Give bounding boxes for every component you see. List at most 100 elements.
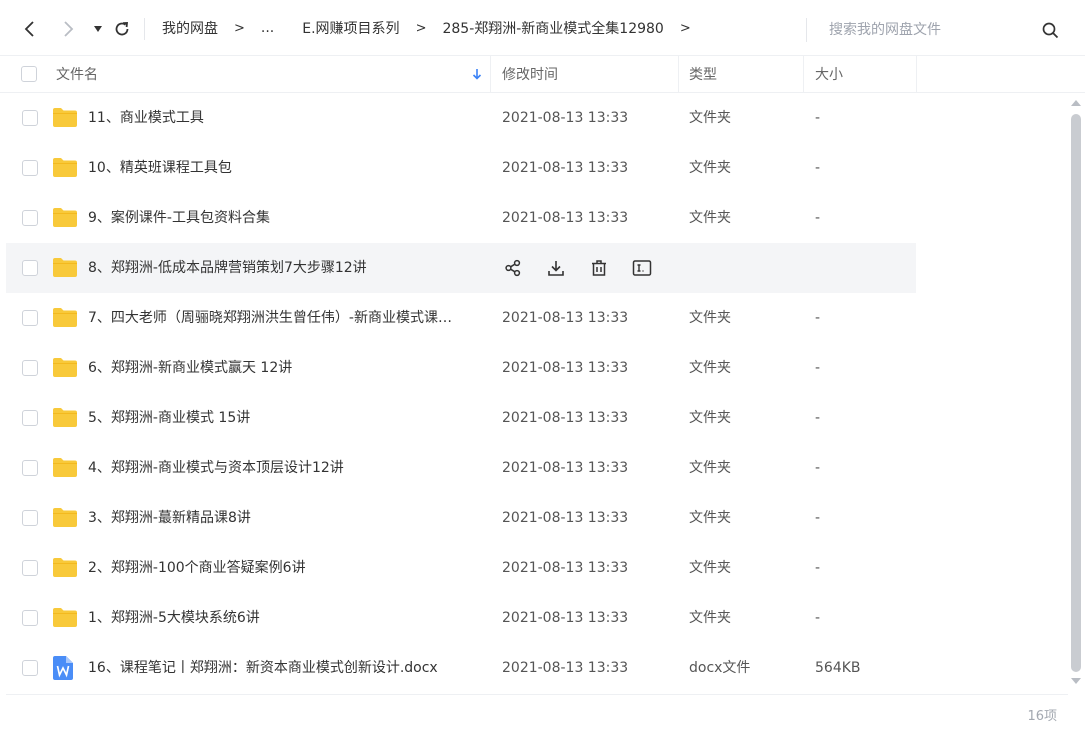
column-header-name[interactable]: 文件名 xyxy=(56,56,98,92)
breadcrumb: 我的网盘 > ... E.网赚项目系列 > 285-郑翔洲-新商业模式全集129… xyxy=(144,0,697,56)
row-checkbox[interactable] xyxy=(22,660,38,676)
file-modified: 2021-08-13 13:33 xyxy=(502,210,629,226)
file-name[interactable]: 7、四大老师（周骊晓郑翔洲洪生曾任伟）-新商业模式课… xyxy=(88,293,484,343)
sort-button[interactable] xyxy=(472,56,482,92)
history-dropdown-button[interactable] xyxy=(88,18,108,40)
rename-button[interactable] xyxy=(631,257,653,279)
file-name[interactable]: 3、郑翔洲-蕞新精品课8讲 xyxy=(88,493,484,543)
column-divider xyxy=(678,56,679,92)
row-checkbox[interactable] xyxy=(22,310,38,326)
row-checkbox[interactable] xyxy=(22,460,38,476)
download-icon xyxy=(548,261,564,276)
scroll-up-arrow[interactable] xyxy=(1070,98,1082,108)
file-size: - xyxy=(815,160,821,176)
file-name[interactable]: 4、郑翔洲-商业模式与资本顶层设计12讲 xyxy=(88,443,484,493)
list-item[interactable]: 3、郑翔洲-蕞新精品课8讲 2021-08-13 13:33 文件夹 - xyxy=(6,493,916,543)
download-button[interactable] xyxy=(545,257,567,279)
select-all-checkbox[interactable] xyxy=(21,66,37,82)
file-size: - xyxy=(815,110,821,126)
breadcrumb-item-root[interactable]: 我的网盘 xyxy=(152,18,228,38)
item-count: 16项 xyxy=(1027,709,1057,724)
row-checkbox[interactable] xyxy=(22,610,38,626)
list-item[interactable]: 4、郑翔洲-商业模式与资本顶层设计12讲 2021-08-13 13:33 文件… xyxy=(6,443,916,493)
share-button[interactable] xyxy=(502,257,524,279)
row-checkbox[interactable] xyxy=(22,360,38,376)
file-name[interactable]: 10、精英班课程工具包 xyxy=(88,143,484,193)
file-modified: 2021-08-13 13:33 xyxy=(502,160,629,176)
file-modified: 2021-08-13 13:33 xyxy=(502,410,629,426)
delete-button[interactable] xyxy=(588,257,610,279)
chevron-right-icon xyxy=(64,21,74,37)
file-size: - xyxy=(815,310,821,326)
file-type: 文件夹 xyxy=(689,160,731,176)
list-item[interactable]: 1、郑翔洲-5大模块系统6讲 2021-08-13 13:33 文件夹 - xyxy=(6,593,916,643)
footer-divider xyxy=(6,694,1068,695)
column-header-modified[interactable]: 修改时间 xyxy=(502,56,558,92)
file-modified: 2021-08-13 13:33 xyxy=(502,610,629,626)
file-type: docx文件 xyxy=(689,660,751,676)
file-name[interactable]: 5、郑翔洲-商业模式 15讲 xyxy=(88,393,484,443)
breadcrumb-divider xyxy=(144,18,145,40)
list-item[interactable]: 9、案例课件-工具包资料合集 2021-08-13 13:33 文件夹 - xyxy=(6,193,916,243)
breadcrumb-item-current[interactable]: 285-郑翔洲-新商业模式全集12980 xyxy=(432,18,673,38)
forward-button[interactable] xyxy=(58,18,78,40)
list-item[interactable]: 6、郑翔洲-新商业模式赢天 12讲 2021-08-13 13:33 文件夹 - xyxy=(6,343,916,393)
file-name[interactable]: 9、案例课件-工具包资料合集 xyxy=(88,193,484,243)
file-size: - xyxy=(815,360,821,376)
list-item[interactable]: 2、郑翔洲-100个商业答疑案例6讲 2021-08-13 13:33 文件夹 … xyxy=(6,543,916,593)
search-input[interactable] xyxy=(829,20,1029,40)
search-icon xyxy=(1042,22,1058,38)
breadcrumb-item-ellipsis[interactable]: ... xyxy=(251,20,284,36)
back-button[interactable] xyxy=(20,18,40,40)
list-item[interactable]: 5、郑翔洲-商业模式 15讲 2021-08-13 13:33 文件夹 - xyxy=(6,393,916,443)
file-type: 文件夹 xyxy=(689,510,731,526)
row-checkbox[interactable] xyxy=(22,410,38,426)
file-name[interactable]: 6、郑翔洲-新商业模式赢天 12讲 xyxy=(88,343,484,393)
row-checkbox[interactable] xyxy=(22,510,38,526)
folder-icon xyxy=(53,408,77,427)
column-header-type[interactable]: 类型 xyxy=(689,56,717,92)
list-item-hovered[interactable]: 8、郑翔洲-低成本品牌营销策划7大步骤12讲 xyxy=(6,243,916,293)
row-checkbox[interactable] xyxy=(22,260,38,276)
folder-icon xyxy=(53,358,77,377)
folder-icon xyxy=(53,108,77,127)
column-divider xyxy=(916,56,917,92)
file-type: 文件夹 xyxy=(689,410,731,426)
arrow-down-icon xyxy=(472,69,482,80)
file-size: - xyxy=(815,510,821,526)
file-type: 文件夹 xyxy=(689,610,731,626)
list-item[interactable]: 16、课程笔记丨郑翔洲：新资本商业模式创新设计.docx 2021-08-13 … xyxy=(6,643,916,693)
row-checkbox[interactable] xyxy=(22,560,38,576)
list-item[interactable]: 10、精英班课程工具包 2021-08-13 13:33 文件夹 - xyxy=(6,143,916,193)
folder-icon xyxy=(53,258,77,277)
file-size: - xyxy=(815,460,821,476)
breadcrumb-separator: > xyxy=(679,20,691,36)
file-name[interactable]: 2、郑翔洲-100个商业答疑案例6讲 xyxy=(88,543,484,593)
file-type: 文件夹 xyxy=(689,310,731,326)
file-modified: 2021-08-13 13:33 xyxy=(502,360,629,376)
list-item[interactable]: 7、四大老师（周骊晓郑翔洲洪生曾任伟）-新商业模式课… 2021-08-13 1… xyxy=(6,293,916,343)
list-item[interactable]: 11、商业模式工具 2021-08-13 13:33 文件夹 - xyxy=(6,93,916,143)
file-name[interactable]: 11、商业模式工具 xyxy=(88,93,484,143)
folder-icon xyxy=(53,458,77,477)
file-name[interactable]: 8、郑翔洲-低成本品牌营销策划7大步骤12讲 xyxy=(88,243,484,293)
folder-icon xyxy=(53,158,77,177)
refresh-button[interactable] xyxy=(112,18,132,40)
file-name[interactable]: 1、郑翔洲-5大模块系统6讲 xyxy=(88,593,484,643)
file-size: 564KB xyxy=(815,660,861,676)
search-button[interactable] xyxy=(1039,19,1061,41)
scrollbar-thumb[interactable] xyxy=(1071,114,1081,672)
delete-icon xyxy=(592,260,606,276)
row-checkbox[interactable] xyxy=(22,160,38,176)
column-header-size[interactable]: 大小 xyxy=(815,56,843,92)
caret-down-icon xyxy=(94,26,102,32)
file-size: - xyxy=(815,560,821,576)
breadcrumb-separator: > xyxy=(415,20,427,36)
file-name[interactable]: 16、课程笔记丨郑翔洲：新资本商业模式创新设计.docx xyxy=(88,643,484,693)
scroll-down-arrow[interactable] xyxy=(1070,676,1082,686)
file-size: - xyxy=(815,410,821,426)
row-checkbox[interactable] xyxy=(22,210,38,226)
breadcrumb-item-parent[interactable]: E.网赚项目系列 xyxy=(284,18,409,38)
row-checkbox[interactable] xyxy=(22,110,38,126)
file-modified: 2021-08-13 13:33 xyxy=(502,560,629,576)
